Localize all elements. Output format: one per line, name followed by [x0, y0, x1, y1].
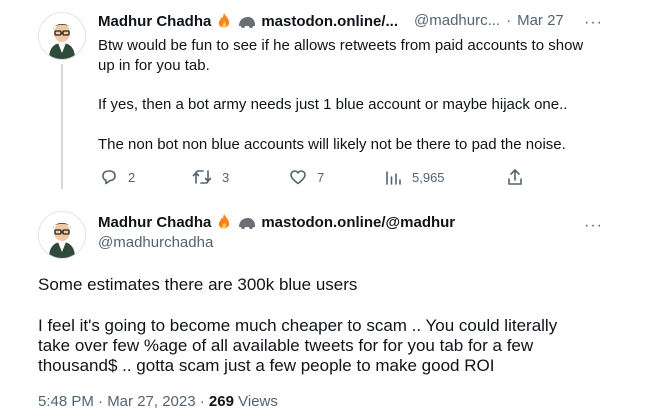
reply-avatar[interactable]	[38, 12, 86, 60]
main-handle[interactable]: @madhurchadha	[98, 234, 213, 251]
reply-header: Madhur Chadha mastodon.online/...	[98, 12, 398, 30]
retweet-action-button[interactable]: 3	[192, 168, 229, 186]
share-action-button[interactable]	[506, 168, 524, 186]
main-timestamp-row: 5:48 PM · Mar 27, 2023 · 269 Views	[38, 393, 278, 410]
like-action-button[interactable]: 7	[289, 168, 324, 186]
main-text-line-4: thousand$ .. gotta scam just a few peopl…	[38, 356, 495, 375]
reply-text-line-3: If yes, then a bot army needs just 1 blu…	[98, 96, 568, 113]
main-text-line-1: Some estimates there are 300k blue users	[38, 275, 358, 294]
main-views-count: 269	[208, 393, 234, 410]
reply-author-extra[interactable]: mastodon.online/...	[261, 13, 398, 30]
retweet-icon	[192, 168, 212, 186]
reply-text-line-4: The non bot non blue accounts will likel…	[98, 136, 566, 153]
views-icon	[384, 168, 402, 186]
share-icon	[506, 168, 524, 186]
reply-count: 2	[128, 169, 136, 185]
mastodon-icon	[237, 14, 257, 28]
avatar-portrait-icon	[39, 212, 85, 258]
reply-meta: @madhurc... · Mar 27	[414, 12, 564, 29]
reply-author-name[interactable]: Madhur Chadha	[98, 13, 211, 30]
main-timestamp[interactable]: 5:48 PM · Mar 27, 2023 ·	[38, 393, 205, 410]
main-avatar[interactable]	[38, 211, 86, 259]
reply-icon	[100, 168, 118, 186]
fire-emoji-icon	[215, 12, 233, 30]
main-text-line-2: I feel it's going to become much cheaper…	[38, 316, 558, 335]
fire-emoji-icon	[215, 213, 233, 231]
mastodon-icon	[237, 215, 257, 229]
main-views-label: Views	[238, 393, 278, 410]
reply-time-separator: ·	[506, 12, 512, 29]
views-action-button[interactable]: 5,965	[384, 168, 445, 186]
reply-text-line-2: up in for you tab.	[98, 57, 210, 74]
reply-more-icon[interactable]: ···	[584, 15, 603, 31]
avatar-portrait-icon	[39, 13, 85, 59]
retweet-count: 3	[222, 169, 230, 185]
main-author-extra[interactable]: mastodon.online/@madhur	[261, 214, 455, 231]
main-author-name[interactable]: Madhur Chadha	[98, 214, 211, 231]
reply-time[interactable]: Mar 27	[517, 12, 564, 29]
reply-handle[interactable]: @madhurc...	[414, 12, 500, 29]
views-count: 5,965	[412, 169, 445, 185]
like-icon	[289, 168, 307, 186]
main-text-line-3: take over few %age of all available twee…	[38, 336, 534, 355]
like-count: 7	[317, 169, 325, 185]
main-header: Madhur Chadha mastodon.online/@madhur	[98, 213, 455, 231]
reply-text-line-1: Btw would be fun to see if he allows ret…	[98, 37, 584, 54]
thread-connector-line	[61, 64, 63, 189]
main-more-icon[interactable]: ···	[584, 218, 603, 234]
reply-action-button[interactable]: 2	[100, 168, 135, 186]
